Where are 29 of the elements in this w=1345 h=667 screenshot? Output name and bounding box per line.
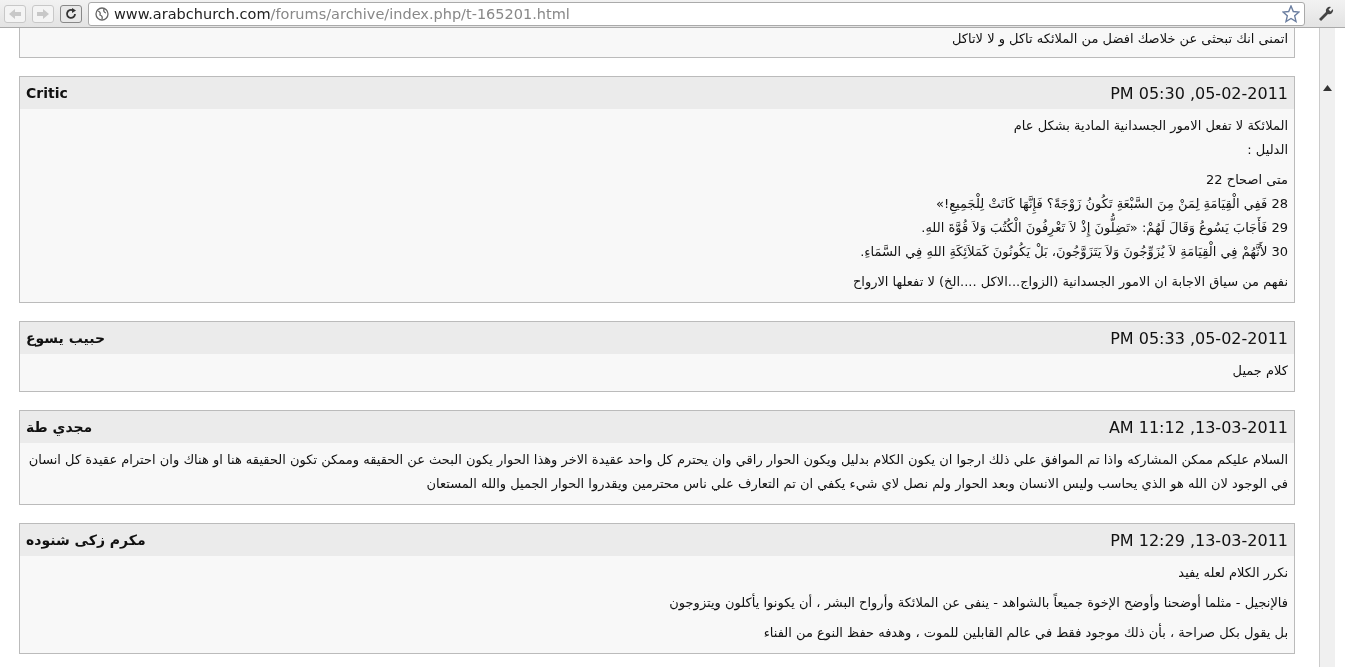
post-text: بل يقول بكل صراحة ، بأن ذلك موجود فقط في عالم القابلين للموت ، وهدفه حفظ النوع من الفناء	[762, 622, 1288, 643]
back-arrow-icon	[9, 8, 21, 19]
reload-icon	[65, 7, 77, 20]
post-text: الملائكة لا تفعل الامور الجسدانية المادية بشكل عام	[1012, 117, 1288, 136]
scrollbar[interactable]	[1319, 28, 1335, 667]
username[interactable]: Critic	[26, 85, 68, 101]
scroll-up-icon[interactable]	[1323, 85, 1332, 91]
post-text: نفهم من سياق الاجابة ان الامور الجسدانية (الزواج...الاكل ....الخ) لا تفعلها الارواح	[851, 273, 1288, 292]
post-text: كلام جميل	[1231, 362, 1288, 380]
post-text: اتمنى انك تبحثى عن خلاصك افضل من الملائكه تاكل و لا لاتاكل	[950, 30, 1288, 49]
post-text: الدليل :	[1246, 141, 1288, 159]
post-text: متى اصحاح 22	[1205, 171, 1288, 189]
post-text: السلام عليكم ممكن المشاركه واذا تم الموافق علي ذلك ارجوا ان يكون الكلام بدليل ويكون الحوار راقي وان يحترم كل واحد عقيدة الاخر وهذا الحوار يكون البحث عن الحقيقه وممكن تكون الحقيقه هنا او هناك وان احترام عقيدة كل انسان في الوجود لان الله هو الذي يحاسب وليس الانسان وبعد الحوار ولم نصل لاي شيء يكفي ان تم التعارف علي ناس محترمين ويقدروا الحوار الجميل والله المستعان	[27, 451, 1288, 494]
username[interactable]: مجدي طة	[26, 419, 93, 435]
post-text: نكرر الكلام لعله يفيد	[1177, 564, 1288, 583]
post-text: 30 لأَنَّهُمْ فِي الْقِيَامَةِ لاَ يُزَوِّجُونَ وَلاَ يَتَزَوَّجُونَ، بَلْ يَكُونُونَ كَمَلاَئِكَةِ اللهِ فِي السَّمَاءِ.	[26, 240, 1288, 264]
reload-button[interactable]	[60, 4, 82, 23]
post-text: فالإنجيل - مثلما أوضحنا وأوضح الإخوة جميعاً بالشواهد - ينفى عن الملائكة وأرواح البشر ، أن يكونوا يأكلون ويتزوجون	[668, 592, 1288, 613]
username[interactable]: حبيب يسوع	[26, 330, 106, 346]
username[interactable]: مكرم زكى شنوده	[26, 532, 146, 548]
post-date: AM 11:12 ,13-03-2011	[1108, 417, 1288, 437]
wrench-icon[interactable]	[1317, 4, 1335, 23]
post-date: PM 05:30 ,05-02-2011	[1110, 83, 1288, 103]
globe-icon	[95, 6, 109, 21]
post-date: PM 12:29 ,13-03-2011	[1110, 530, 1288, 550]
post-date: PM 05:33 ,05-02-2011	[1110, 328, 1288, 348]
address-bar[interactable]: www.arabchurch.com/forums/archive/index.php/t-165201.html	[88, 1, 1305, 26]
bookmark-star-icon[interactable]	[1282, 4, 1300, 23]
forward-arrow-icon	[37, 8, 49, 19]
